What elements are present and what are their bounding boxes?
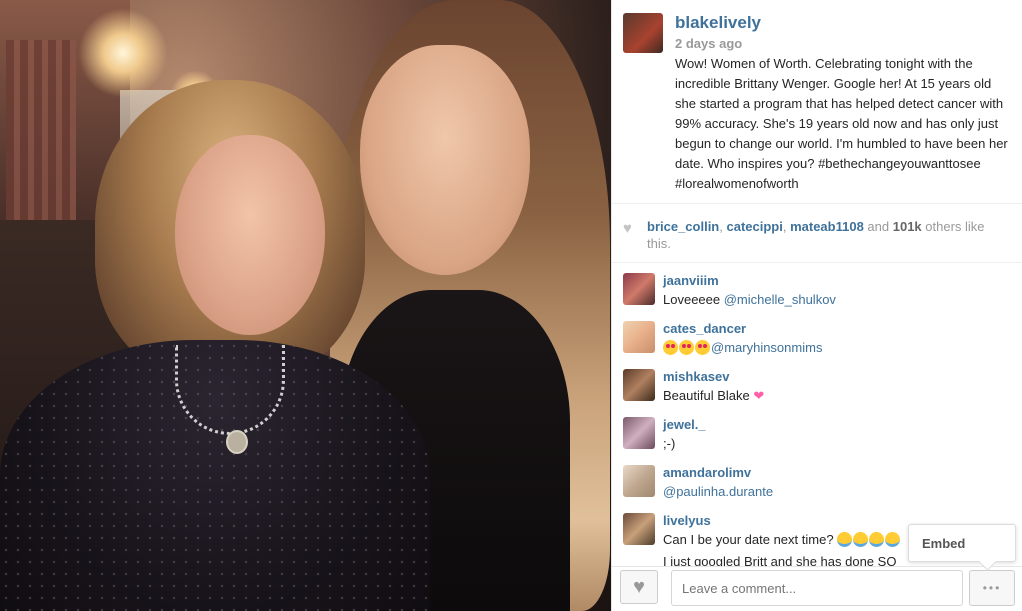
likes-count[interactable]: 101k	[893, 219, 922, 234]
comment-item: amandarolimv @paulinha.durante	[612, 456, 1022, 504]
commenter-avatar[interactable]	[623, 273, 655, 305]
commenter-username[interactable]: mishkasev	[663, 369, 730, 384]
sparkling-heart-emoji-icon: ❤	[753, 388, 765, 403]
liker-username[interactable]: brice_collin	[647, 219, 719, 234]
comment-item: mishkasev Beautiful Blake ❤	[612, 360, 1022, 408]
chandelier	[78, 8, 168, 98]
comment-text: Loveeeee @michelle_shulkov	[663, 292, 836, 307]
comment-mention[interactable]: @paulinha.durante	[663, 484, 773, 499]
comment-text: Beautiful Blake ❤	[663, 388, 764, 404]
post-photo[interactable]	[0, 0, 611, 611]
heart-eyes-emoji-icon	[679, 340, 694, 355]
comment-bar: ♥ •••	[612, 566, 1022, 611]
commenter-avatar[interactable]	[623, 369, 655, 401]
commenter-username[interactable]: jaanviiim	[663, 273, 719, 288]
person-left-face	[175, 135, 325, 335]
ellipsis-icon: •••	[982, 581, 1002, 595]
likes-and: and	[863, 219, 893, 234]
comment-text-prefix: Loveeeee	[663, 292, 724, 307]
likes-summary: ♥ brice_collin, catecippi, mateab1108 an…	[612, 203, 1022, 263]
embed-option[interactable]: Embed	[922, 536, 965, 551]
crying-emoji-icon	[869, 532, 885, 547]
commenter-username[interactable]: livelyus	[663, 513, 711, 528]
liker-username[interactable]: catecippi	[726, 219, 782, 234]
person-right-face	[360, 45, 530, 275]
author-avatar[interactable]	[623, 13, 663, 53]
comment-text: @paulinha.durante	[663, 484, 773, 499]
post-timestamp: 2 days ago	[675, 36, 743, 51]
commenter-avatar[interactable]	[623, 513, 655, 545]
comment-text: Can I be your date next time?	[663, 532, 901, 547]
commenter-avatar[interactable]	[623, 465, 655, 497]
post-sidebar: blakelively 2 days ago Wow! Women of Wor…	[611, 0, 1022, 611]
comment-text: @maryhinsonmims	[663, 340, 822, 355]
like-button[interactable]: ♥	[620, 570, 658, 604]
comment-item: cates_dancer @maryhinsonmims	[612, 312, 1022, 360]
liker-username[interactable]: mateab1108	[790, 219, 864, 234]
comment-item: jaanviiim Loveeeee @michelle_shulkov	[612, 264, 1022, 312]
comment-item: jewel._ ;-)	[612, 408, 1022, 456]
comment-mention[interactable]: @michelle_shulkov	[724, 292, 836, 307]
heart-eyes-emoji-icon	[663, 340, 678, 355]
heart-icon: ♥	[623, 220, 632, 237]
author-username[interactable]: blakelively	[675, 13, 761, 33]
comment-input[interactable]	[671, 570, 963, 606]
crying-emoji-icon	[837, 532, 853, 547]
commenter-username[interactable]: amandarolimv	[663, 465, 751, 480]
comment-mention[interactable]: @maryhinsonmims	[711, 340, 822, 355]
comment-text: I just googled Britt and she has done SO	[663, 554, 897, 566]
commenter-avatar[interactable]	[623, 417, 655, 449]
necklace-pendant	[226, 430, 248, 454]
crying-emoji-icon	[885, 532, 901, 547]
post-header: blakelively 2 days ago Wow! Women of Wor…	[612, 0, 1022, 202]
crying-emoji-icon	[853, 532, 869, 547]
commenter-username[interactable]: jewel._	[663, 417, 706, 432]
heart-icon: ♥	[633, 576, 645, 598]
likes-text: brice_collin, catecippi, mateab1108 and …	[647, 218, 1007, 252]
more-options-button[interactable]: •••	[969, 570, 1015, 606]
commenter-avatar[interactable]	[623, 321, 655, 353]
commenter-username[interactable]: cates_dancer	[663, 321, 746, 336]
post-caption: Wow! Women of Worth. Celebrating tonight…	[675, 56, 1008, 191]
embed-popover[interactable]: Embed	[908, 524, 1016, 562]
comment-text: ;-)	[663, 436, 676, 451]
heart-eyes-emoji-icon	[695, 340, 710, 355]
comments-list[interactable]: jaanviiim Loveeeee @michelle_shulkov cat…	[612, 264, 1022, 566]
comment-text-body: Can I be your date next time?	[663, 532, 838, 547]
comment-text-body: Beautiful Blake	[663, 388, 754, 403]
likes-separator: ,	[782, 219, 791, 234]
